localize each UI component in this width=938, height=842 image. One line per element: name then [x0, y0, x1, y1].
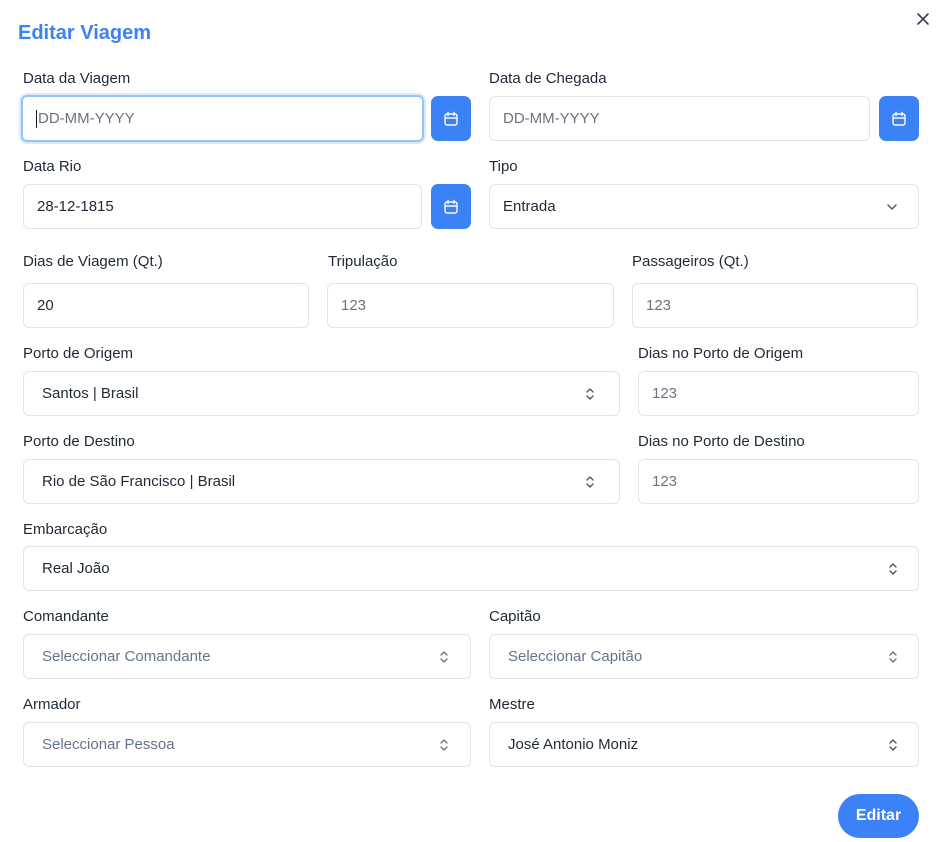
calendar-icon: [892, 111, 906, 126]
text-cursor: [36, 109, 37, 128]
embarcacao-label: Embarcação: [23, 521, 108, 538]
passageiros-input[interactable]: 123: [632, 283, 918, 328]
porto-origem-value: Santos | Brasil: [42, 385, 139, 402]
porto-origem-select[interactable]: Santos | Brasil: [23, 371, 620, 416]
capitao-select[interactable]: Seleccionar Capitão: [489, 634, 919, 679]
porto-origem-label: Porto de Origem: [23, 345, 134, 362]
tripulacao-label: Tripulação: [328, 253, 398, 270]
mestre-select[interactable]: José Antonio Moniz: [489, 722, 919, 767]
dialog-title: Editar Viagem: [18, 22, 152, 44]
armador-select[interactable]: Seleccionar Pessoa: [23, 722, 471, 767]
comandante-label: Comandante: [23, 608, 109, 625]
passageiros-label: Passageiros (Qt.): [632, 253, 749, 270]
tipo-select[interactable]: Entrada: [489, 184, 919, 229]
dias-porto-origem-placeholder: 123: [652, 385, 678, 402]
mestre-label: Mestre: [489, 696, 535, 713]
tipo-value: Entrada: [503, 198, 556, 215]
embarcacao-select[interactable]: Real João: [23, 546, 919, 591]
dias-porto-origem-label: Dias no Porto de Origem: [638, 345, 804, 362]
armador-label: Armador: [23, 696, 81, 713]
chevron-up-down-icon: [440, 650, 448, 663]
porto-destino-select[interactable]: Rio de São Francisco | Brasil: [23, 459, 620, 504]
dias-viagem-value: 20: [37, 297, 54, 314]
dias-porto-destino-input[interactable]: 123: [638, 459, 919, 504]
data-chegada-label: Data de Chegada: [489, 70, 607, 87]
chevron-up-down-icon: [586, 387, 594, 400]
tripulacao-input[interactable]: 123: [327, 283, 614, 328]
chevron-up-down-icon: [889, 738, 897, 751]
data-rio-input[interactable]: 28-12-1815: [23, 184, 422, 229]
data-rio-label: Data Rio: [23, 158, 82, 175]
comandante-select[interactable]: Seleccionar Comandante: [23, 634, 471, 679]
data-viagem-input[interactable]: DD-MM-YYYY: [21, 95, 424, 142]
data-viagem-label: Data da Viagem: [23, 70, 131, 87]
passageiros-placeholder: 123: [646, 297, 672, 314]
data-chegada-calendar-button[interactable]: [879, 96, 919, 141]
dias-viagem-label: Dias de Viagem (Qt.): [23, 253, 163, 270]
chevron-down-icon: [887, 203, 897, 210]
chevron-up-down-icon: [889, 562, 897, 575]
data-viagem-calendar-button[interactable]: [431, 96, 471, 141]
tripulacao-placeholder: 123: [341, 297, 367, 314]
data-chegada-placeholder: DD-MM-YYYY: [503, 110, 600, 127]
dias-porto-destino-placeholder: 123: [652, 473, 678, 490]
mestre-value: José Antonio Moniz: [508, 736, 639, 753]
armador-placeholder: Seleccionar Pessoa: [42, 736, 175, 753]
dias-porto-destino-label: Dias no Porto de Destino: [638, 433, 805, 450]
chevron-up-down-icon: [586, 475, 594, 488]
data-viagem-placeholder: DD-MM-YYYY: [38, 110, 135, 127]
close-button[interactable]: [914, 10, 932, 28]
data-chegada-input[interactable]: DD-MM-YYYY: [489, 96, 870, 141]
chevron-up-down-icon: [440, 738, 448, 751]
data-rio-calendar-button[interactable]: [431, 184, 471, 229]
chevron-up-down-icon: [889, 650, 897, 663]
dias-porto-origem-input[interactable]: 123: [638, 371, 919, 416]
data-rio-value: 28-12-1815: [37, 198, 114, 215]
embarcacao-value: Real João: [42, 560, 110, 577]
capitao-label: Capitão: [489, 608, 541, 625]
capitao-placeholder: Seleccionar Capitão: [508, 648, 643, 665]
dias-viagem-input[interactable]: 20: [23, 283, 309, 328]
calendar-icon: [444, 199, 458, 214]
tipo-label: Tipo: [489, 158, 518, 175]
comandante-placeholder: Seleccionar Comandante: [42, 648, 211, 665]
porto-destino-value: Rio de São Francisco | Brasil: [42, 473, 236, 490]
porto-destino-label: Porto de Destino: [23, 433, 135, 450]
editar-button[interactable]: Editar: [838, 794, 919, 838]
calendar-icon: [444, 111, 458, 126]
close-icon: [917, 13, 929, 25]
